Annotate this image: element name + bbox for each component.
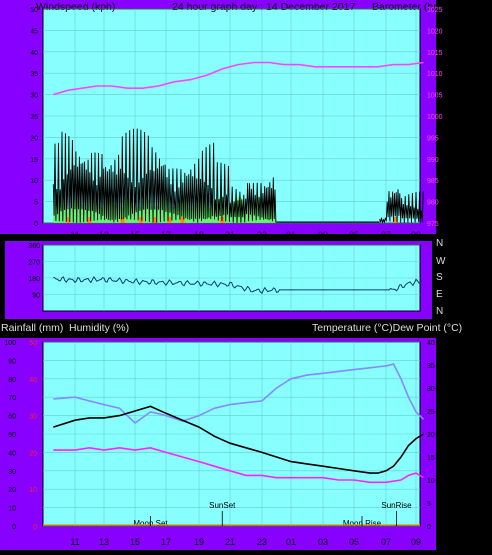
temp-ytick-label: 20	[427, 432, 435, 439]
humidity-ytick-label: 100	[4, 340, 16, 347]
wind-xtick-label: 01	[286, 230, 296, 240]
temp-xtick-label: 17	[161, 537, 171, 547]
temp-xtick-label: 11	[70, 537, 79, 547]
dir-ytick-label: 180	[28, 276, 40, 283]
temp-ytick-label: 30	[427, 386, 435, 393]
temp-xtick-label: 23	[257, 537, 267, 547]
wind-ytick-label: 35	[30, 71, 38, 78]
wind-xtick-label: 09	[411, 230, 421, 240]
chart-title: 24 hour graph day : 14 December 2017	[172, 1, 355, 13]
wind-ytick-label: 25	[30, 114, 38, 121]
dir-ytick-label: 90	[32, 293, 40, 300]
wind-ytick-label: 0	[34, 221, 38, 228]
temp-ytick-label: 5	[427, 501, 431, 508]
wind-xtick-label: 19	[194, 230, 204, 240]
compass-label: N	[436, 306, 443, 317]
annotation-label: SunRise	[381, 501, 412, 510]
barometer-ytick-label: 1025	[427, 7, 443, 14]
wind-ytick-label: 30	[30, 93, 38, 100]
barometer-ytick-label: 990	[427, 157, 439, 164]
barometer-ytick-label: 1000	[427, 114, 443, 121]
wind-xtick-label: 03	[318, 230, 328, 240]
humidity-axis-title: Humidity (%)	[69, 322, 129, 334]
temp-xtick-label: 01	[286, 537, 296, 547]
compass-label: S	[436, 272, 443, 283]
temp-ytick-label: 35	[427, 363, 435, 370]
humidity-ytick-label: 20	[8, 487, 16, 494]
weather-chart: Windspeed (kph) 24 hour graph day : 14 D…	[0, 0, 492, 555]
humidity-ytick-label: 0	[12, 524, 16, 531]
humidity-ytick-label: 90	[8, 358, 16, 365]
barometer-ytick-label: 985	[427, 178, 439, 185]
humidity-ytick-label: 40	[8, 450, 16, 457]
temp-xtick-label: 19	[194, 537, 204, 547]
wind-xtick-label: 21	[225, 230, 235, 240]
temp-xtick-label: 05	[349, 537, 359, 547]
rain-ytick-label: 40	[29, 377, 37, 384]
humidity-ytick-label: 10	[8, 506, 16, 513]
temp-xtick-label: 03	[318, 537, 328, 547]
humidity-ytick-label: 80	[8, 377, 16, 384]
barometer-ytick-label: 1015	[427, 50, 443, 57]
wind-xtick-label: 15	[130, 230, 140, 240]
barometer-ytick-label: 975	[427, 221, 439, 228]
temp-xtick-label: 13	[99, 537, 109, 547]
annotation-label: SunSet	[209, 501, 236, 510]
dir-ytick-label: 270	[28, 260, 40, 267]
temp-ytick-label: 0	[427, 524, 431, 531]
rain-ytick-label: 0	[33, 524, 37, 531]
windspeed-axis-title: Windspeed (kph)	[36, 1, 115, 13]
wind-ytick-label: 15	[30, 157, 38, 164]
wind-xtick-label: 13	[99, 230, 109, 240]
wind-ytick-label: 50	[30, 7, 38, 14]
rain-ytick-label: 20	[29, 450, 37, 457]
rain-ytick-label: 30	[29, 414, 37, 421]
barometer-ytick-label: 1010	[427, 71, 443, 78]
wind-ytick-label: 45	[30, 28, 38, 35]
temp-xtick-label: 21	[225, 537, 235, 547]
compass-label: E	[436, 289, 443, 300]
wind-xtick-label: 17	[161, 230, 171, 240]
wind-ytick-label: 40	[30, 50, 38, 57]
temp-ytick-label: 25	[427, 409, 435, 416]
barometer-ytick-label: 995	[427, 135, 439, 142]
humidity-ytick-label: 30	[8, 469, 16, 476]
humidity-ytick-label: 50	[8, 432, 16, 439]
wind-xtick-label: 11	[70, 230, 79, 240]
wind-ytick-label: 5	[34, 200, 38, 207]
compass-label: W	[436, 256, 446, 267]
temp-ytick-label: 10	[427, 478, 435, 485]
temp-xtick-label: 07	[381, 537, 391, 547]
wind-xtick-label: 07	[381, 230, 391, 240]
temp-xtick-label: 09	[411, 537, 421, 547]
temp-xtick-label: 15	[130, 537, 140, 547]
barometer-ytick-label: 1005	[427, 93, 443, 100]
humidity-ytick-label: 70	[8, 395, 16, 402]
temp-ytick-label: 15	[427, 455, 435, 462]
wind-ytick-label: 10	[30, 178, 38, 185]
humidity-ytick-label: 60	[8, 414, 16, 421]
temp-ytick-label: 40	[427, 340, 435, 347]
wind-xtick-label: 23	[257, 230, 267, 240]
rainfall-axis-title: Rainfall (mm)	[1, 322, 63, 334]
rain-bar-3	[139, 217, 144, 223]
dir-ytick-label: 360	[28, 243, 40, 250]
rain-ytick-label: 10	[29, 487, 37, 494]
barometer-ytick-label: 980	[427, 200, 439, 207]
rain-ytick-label: 50	[29, 340, 37, 347]
compass-label: N	[436, 238, 443, 249]
barometer-ytick-label: 1020	[427, 28, 443, 35]
wind-ytick-label: 20	[30, 135, 38, 142]
temperature-axis-title: Temperature (°C)Dew Point (°C)	[312, 322, 462, 334]
wind-xtick-label: 05	[349, 230, 359, 240]
